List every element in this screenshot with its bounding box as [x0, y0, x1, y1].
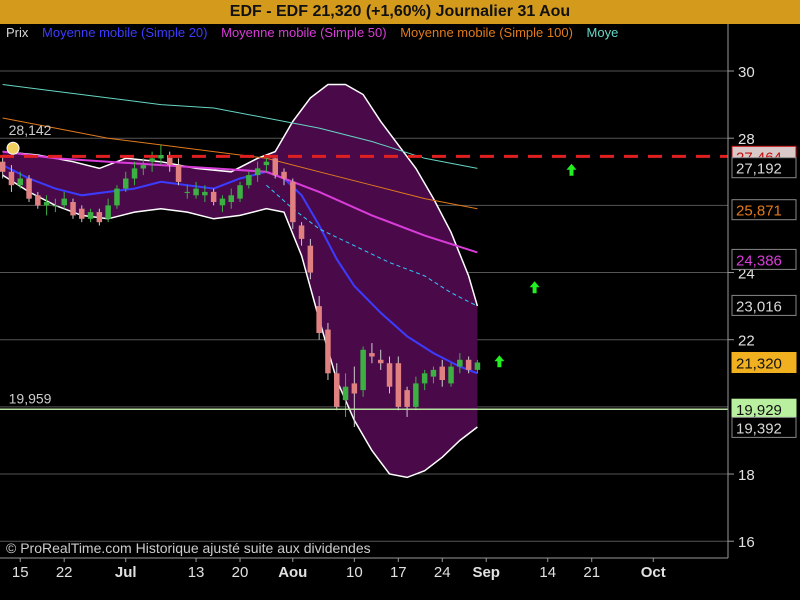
candle-body: [26, 178, 32, 199]
candle-body: [334, 373, 340, 407]
arrow-up-icon: [494, 355, 505, 368]
price-tag-label: 24,386: [736, 252, 782, 269]
candle-body: [131, 168, 138, 179]
legend-item-sma-extra: Moye: [586, 25, 619, 40]
candle-body: [219, 198, 226, 206]
arrow-up-icon: [529, 281, 540, 294]
candle-body: [254, 168, 261, 176]
candle-body: [17, 178, 23, 186]
candle-body: [79, 208, 85, 219]
x-tick-label: 20: [232, 564, 249, 581]
x-tick-label: 13: [188, 564, 205, 581]
candle-body: [246, 175, 252, 186]
price-chart[interactable]: 28,14219,95916182224283027,46427,19225,8…: [0, 0, 800, 600]
legend-item-sma100: Moyenne mobile (Simple 100): [400, 25, 573, 40]
candle-body: [105, 205, 111, 219]
candle-body: [474, 362, 481, 370]
legend-item-price: Prix: [6, 25, 29, 40]
annotation-label: 28,142: [9, 122, 52, 138]
candle-body: [448, 366, 454, 384]
x-tick-label: 14: [539, 564, 556, 581]
legend-item-sma50: Moyenne mobile (Simple 50): [221, 25, 387, 40]
candle-body: [465, 359, 472, 370]
candle-body: [52, 205, 59, 207]
candle-body: [290, 181, 296, 223]
candle-body: [316, 306, 322, 333]
candle-body: [61, 198, 67, 206]
candle-body: [237, 185, 243, 199]
candle-body: [140, 165, 147, 169]
annotation-label: 19,959: [9, 391, 52, 407]
candle-body: [175, 165, 182, 182]
y-tick-label: 30: [738, 64, 755, 81]
copyright-note: © ProRealTime.com Historique ajusté suit…: [6, 540, 371, 556]
candle-body: [430, 369, 437, 377]
candle-body: [210, 191, 217, 202]
candle-body: [0, 161, 6, 172]
x-tick-label: Aou: [278, 564, 307, 581]
candle-body: [342, 386, 349, 401]
candle-body: [228, 195, 234, 202]
candle-body: [184, 191, 190, 193]
candle-body: [457, 359, 463, 367]
candle-body: [369, 353, 375, 357]
candle-body: [96, 212, 103, 223]
y-tick-label: 16: [738, 534, 755, 551]
candle-body: [158, 155, 164, 159]
candle-body: [193, 188, 199, 196]
price-tag-label: 21,320: [736, 356, 782, 373]
arrow-up-icon: [566, 163, 577, 176]
candle-body: [325, 329, 331, 374]
candle-body: [149, 158, 155, 162]
bollinger-band-fill: [2, 84, 478, 478]
x-tick-label: 22: [56, 564, 73, 581]
candle-body: [281, 171, 287, 179]
x-tick-label: 15: [12, 564, 29, 581]
candle-body: [114, 188, 120, 206]
bell-icon: [6, 141, 20, 155]
candle-body: [298, 225, 305, 239]
candle-body: [35, 195, 41, 206]
candle-body: [404, 390, 410, 407]
candle-body: [87, 212, 94, 219]
candle-body: [123, 178, 129, 189]
candle-body: [395, 363, 402, 407]
candle-body: [263, 161, 270, 166]
candle-body: [360, 349, 366, 391]
price-tag-label: 25,871: [736, 203, 782, 220]
x-tick-label: 21: [583, 564, 600, 581]
candle-body: [307, 245, 314, 273]
price-tag-label: 19,392: [736, 420, 782, 437]
y-tick-label: 22: [738, 333, 755, 350]
x-tick-label: Sep: [472, 564, 500, 581]
candle-body: [413, 383, 419, 407]
price-tag-label: 27,192: [736, 161, 782, 178]
candle-body: [386, 363, 393, 387]
candle-body: [378, 359, 384, 364]
candle-body: [272, 158, 278, 176]
y-tick-label: 28: [738, 131, 755, 148]
price-tag-label: 23,016: [736, 298, 782, 315]
candle-body: [8, 171, 15, 186]
x-tick-label: 24: [434, 564, 451, 581]
candle-body: [43, 202, 50, 206]
candle-body: [421, 373, 428, 384]
price-tag-label: 19,929: [736, 402, 782, 419]
candle-body: [439, 366, 445, 380]
x-tick-label: Jul: [115, 564, 137, 581]
candle-body: [70, 202, 76, 216]
candle-body: [351, 383, 358, 394]
legend-item-sma20: Moyenne mobile (Simple 20): [42, 25, 208, 40]
x-tick-label: 17: [390, 564, 407, 581]
legend: Prix Moyenne mobile (Simple 20) Moyenne …: [6, 25, 628, 40]
x-tick-label: 10: [346, 564, 363, 581]
x-tick-label: Oct: [641, 564, 666, 581]
y-tick-label: 18: [738, 467, 755, 484]
candle-body: [202, 191, 208, 196]
